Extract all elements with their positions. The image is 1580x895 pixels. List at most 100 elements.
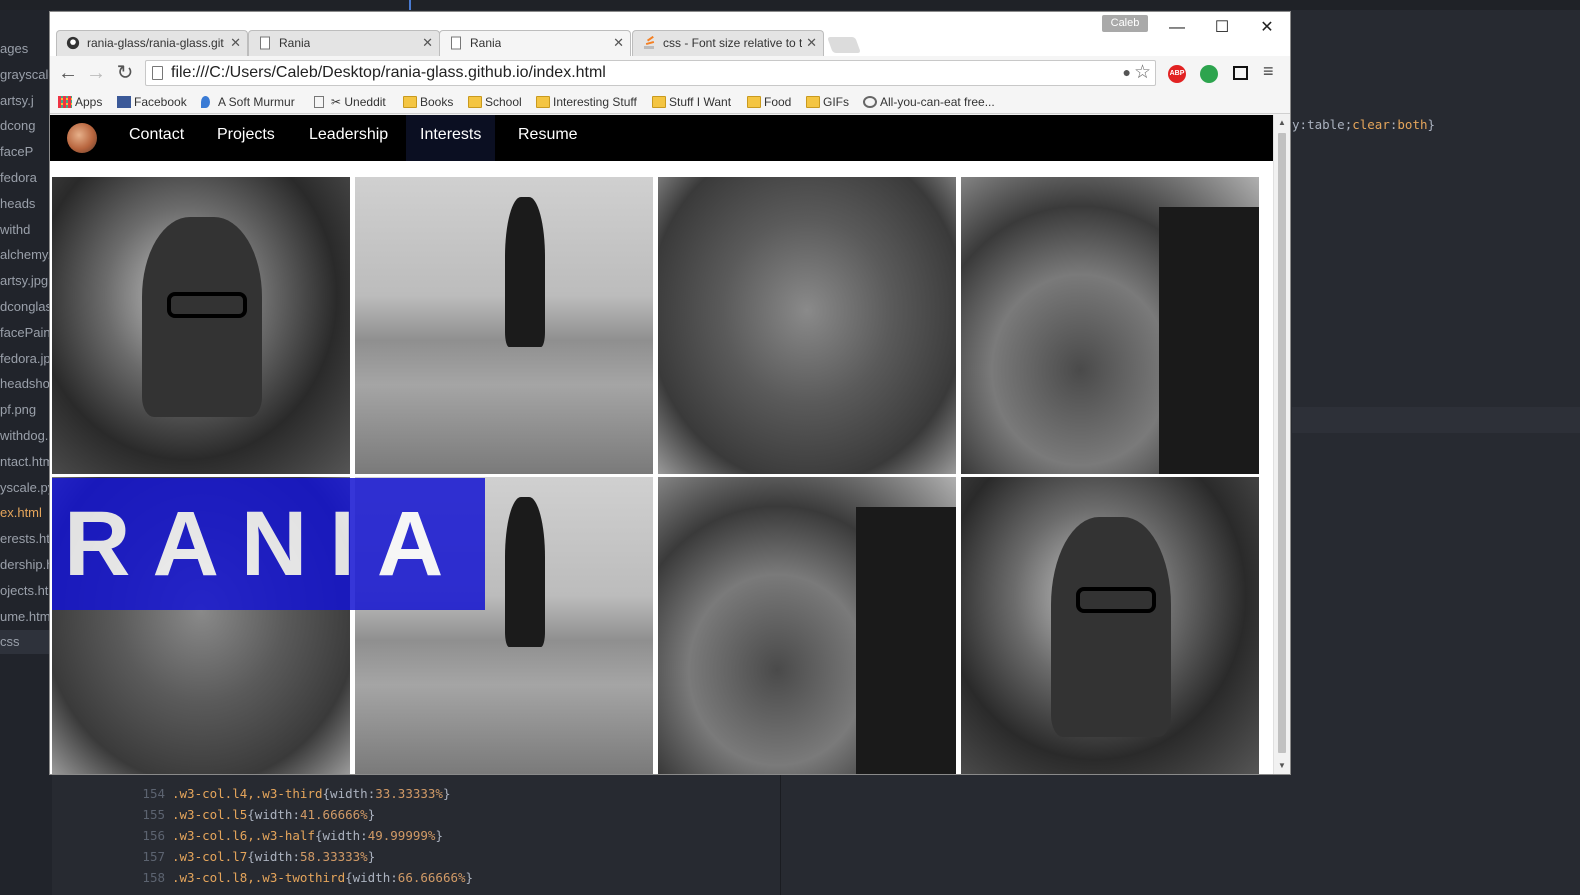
- bookmark-label: Interesting Stuff: [553, 95, 637, 109]
- tab-title: css - Font size relative to t: [663, 36, 803, 50]
- tab-rania-active[interactable]: Rania ✕: [439, 30, 631, 56]
- extension-window-icon[interactable]: [1233, 66, 1248, 80]
- file-tree-item[interactable]: artsy.jpg: [0, 269, 48, 293]
- tab-close-icon[interactable]: ✕: [422, 31, 433, 55]
- facebook-icon: [117, 96, 131, 108]
- line-number: 155: [142, 807, 165, 822]
- stackoverflow-icon: [644, 36, 655, 49]
- file-tree-item[interactable]: faceP: [0, 140, 33, 164]
- bookmark-uneddit[interactable]: ✂ Uneddit: [314, 92, 386, 112]
- tab-close-icon[interactable]: ✕: [806, 31, 817, 55]
- editor-split-divider: [780, 774, 781, 895]
- profile-badge[interactable]: Caleb: [1102, 15, 1148, 32]
- scroll-up-icon[interactable]: ▲: [1277, 118, 1287, 128]
- bookmark-facebook[interactable]: Facebook: [117, 92, 187, 112]
- file-tree-item[interactable]: dership.h: [0, 553, 52, 577]
- file-tree-item[interactable]: ntact.htm: [0, 450, 52, 474]
- page-info-icon[interactable]: [152, 66, 163, 80]
- line-number-gutter: 154 155 156 157 158: [120, 774, 165, 895]
- bookmark-label: All-you-can-eat free...: [880, 95, 995, 109]
- bookmark-label: GIFs: [823, 95, 849, 109]
- nav-link-contact[interactable]: Contact: [115, 115, 198, 161]
- bookmark-all-you-can-eat-free[interactable]: All-you-can-eat free...: [863, 92, 995, 112]
- folder-icon: [403, 96, 417, 108]
- chrome-menu-icon[interactable]: ≡: [1263, 61, 1274, 82]
- adblock-icon[interactable]: ABP: [1168, 65, 1186, 83]
- address-bar[interactable]: file:///C:/Users/Caleb/Desktop/rania-gla…: [145, 60, 1156, 86]
- bookmark-gifs[interactable]: GIFs: [806, 92, 849, 112]
- tab-close-icon[interactable]: ✕: [230, 31, 241, 55]
- file-tree-item[interactable]: fedora: [0, 166, 37, 190]
- extension-d-icon[interactable]: [1200, 65, 1218, 83]
- right-pane-code: y:table;clear:both}: [1292, 117, 1436, 132]
- line-number: 157: [142, 849, 165, 864]
- nav-link-resume[interactable]: Resume: [504, 115, 592, 161]
- bookmark-food[interactable]: Food: [747, 92, 791, 112]
- bookmarks-bar: Apps Facebook A Soft Murmur ✂ Uneddit Books S…: [50, 89, 1290, 114]
- tab-stackoverflow[interactable]: css - Font size relative to t ✕: [632, 30, 824, 56]
- lightbulb-icon[interactable]: ●: [1123, 64, 1131, 80]
- file-tree-item[interactable]: artsy.j: [0, 89, 34, 113]
- site-navbar: Contact Projects Leadership Interests Resume: [50, 115, 1273, 161]
- file-tree-item[interactable]: yscale.py: [0, 476, 52, 500]
- forward-button[interactable]: →: [84, 61, 108, 85]
- nav-link-projects[interactable]: Projects: [203, 115, 289, 161]
- file-tree-item[interactable]: erests.htm: [0, 527, 52, 551]
- file-tree-item[interactable]: dconglas: [0, 295, 52, 319]
- github-icon: [66, 36, 80, 50]
- browser-window: rania-glass/rania-glass.git ✕ Rania ✕ Ra…: [49, 11, 1291, 775]
- bookmark-interesting-stuff[interactable]: Interesting Stuff: [536, 92, 637, 112]
- file-tree-item[interactable]: fedora.jp: [0, 347, 51, 371]
- tab-title: Rania: [279, 36, 311, 50]
- file-tree-item[interactable]: css: [0, 630, 52, 655]
- back-button[interactable]: ←: [56, 61, 80, 85]
- maximize-button[interactable]: ☐: [1204, 16, 1240, 40]
- bookmark-stuff-i-want[interactable]: Stuff I Want: [652, 92, 731, 112]
- page-scrollbar[interactable]: ▲ ▼: [1273, 115, 1290, 774]
- tab-github[interactable]: rania-glass/rania-glass.git ✕: [56, 30, 248, 56]
- file-tree-item[interactable]: ex.html: [0, 501, 42, 525]
- tab-close-icon[interactable]: ✕: [613, 31, 624, 55]
- file-tree-item[interactable]: grayscale: [0, 63, 52, 87]
- nav-link-leadership[interactable]: Leadership: [295, 115, 402, 161]
- scrollbar-thumb[interactable]: [1278, 133, 1286, 753]
- file-tree-item[interactable]: withdog.: [0, 424, 48, 448]
- file-tree-item[interactable]: facePaint: [0, 321, 52, 345]
- file-tree-item[interactable]: ojects.htm: [0, 579, 52, 603]
- nav-link-interests[interactable]: Interests: [406, 115, 496, 161]
- bookmark-school[interactable]: School: [468, 92, 522, 112]
- code-line: .w3-col.l8,.w3-twothird{width:66.66666%}: [172, 870, 474, 885]
- url-text[interactable]: file:///C:/Users/Caleb/Desktop/rania-gla…: [171, 61, 606, 85]
- page-icon: [260, 36, 270, 50]
- bookmark-books[interactable]: Books: [403, 92, 453, 112]
- scroll-down-icon[interactable]: ▼: [1277, 761, 1287, 771]
- tab-rania-1[interactable]: Rania ✕: [248, 30, 440, 56]
- avatar[interactable]: [67, 123, 97, 153]
- file-tree-item[interactable]: ume.htm: [0, 605, 51, 629]
- file-tree-item[interactable]: dcong: [0, 114, 35, 138]
- reload-button[interactable]: ↻: [113, 61, 137, 85]
- new-tab-button[interactable]: [827, 37, 861, 53]
- file-tree-item[interactable]: pf.png: [0, 398, 36, 422]
- file-tree-item[interactable]: heads: [0, 192, 35, 216]
- line-number: 154: [142, 786, 165, 801]
- close-window-button[interactable]: ✕: [1249, 16, 1285, 40]
- bookmark-a-soft-murmur[interactable]: A Soft Murmur: [201, 92, 295, 112]
- minimize-button[interactable]: —: [1159, 16, 1195, 40]
- file-tree: ages grayscale artsy.j dcong faceP fedora head…: [0, 10, 52, 895]
- browser-toolbar: ← → ↻ file:///C:/Users/Caleb/Desktop/ran…: [50, 56, 1290, 89]
- file-tree-item[interactable]: ages: [0, 37, 28, 61]
- folder-icon: [468, 96, 482, 108]
- bookmark-label: Books: [420, 95, 454, 109]
- tab-title: rania-glass/rania-glass.git: [87, 36, 224, 50]
- code-line: .w3-col.l4,.w3-third{width:33.33333%}: [172, 786, 451, 801]
- page-icon: [451, 36, 461, 50]
- page-viewport: Contact Projects Leadership Interests Resume: [50, 115, 1273, 774]
- file-tree-item[interactable]: alchemy.: [0, 243, 51, 267]
- globe-icon: [863, 96, 877, 108]
- file-tree-item[interactable]: withd: [0, 218, 30, 242]
- bookmark-apps[interactable]: Apps: [58, 92, 102, 112]
- bookmark-star-icon[interactable]: ☆: [1134, 61, 1151, 85]
- file-tree-item[interactable]: headshot: [0, 372, 52, 396]
- photo-dog-selfie: [658, 477, 956, 774]
